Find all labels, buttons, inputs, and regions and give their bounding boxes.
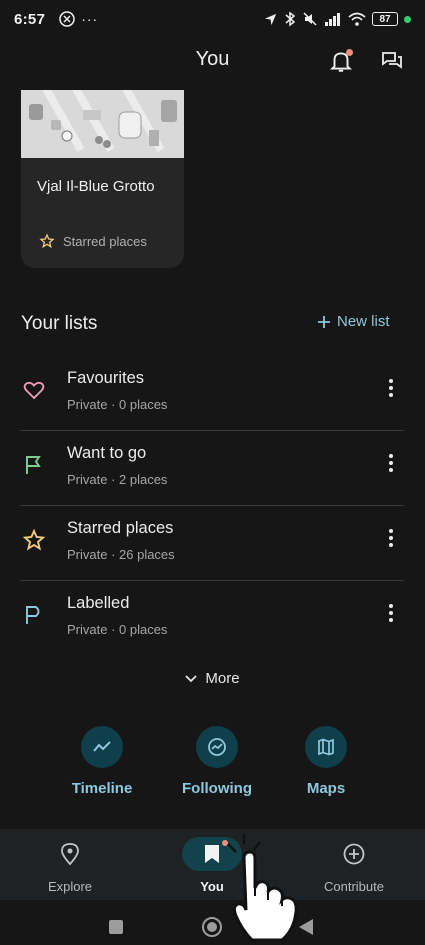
starred-place-card[interactable]: Vjal Il-Blue Grotto Starred places	[21, 90, 184, 268]
timeline-label: Timeline	[71, 780, 133, 797]
maps-label: Maps	[306, 780, 346, 797]
x-app-icon	[59, 11, 75, 27]
tab-contribute-label: Contribute	[324, 879, 384, 894]
label-flag-icon	[26, 606, 40, 624]
page-title: You	[195, 48, 230, 70]
list-item-favourites[interactable]: Favourites Private · 0 places	[20, 356, 404, 431]
tab-explore-label: Explore	[47, 879, 93, 894]
tab-explore[interactable]: Explore	[10, 837, 130, 894]
bookmark-icon	[205, 845, 219, 863]
maps-button[interactable]: Maps	[271, 726, 381, 797]
privacy-indicator-dot	[404, 15, 411, 23]
signal-icon	[325, 13, 340, 26]
more-options-icon[interactable]	[386, 526, 396, 550]
more-options-icon[interactable]	[386, 376, 396, 400]
list-meta: Private · 0 places	[67, 622, 168, 637]
location-pin-icon	[61, 843, 79, 866]
following-button[interactable]: Following	[162, 726, 272, 797]
battery-indicator: 87	[372, 12, 398, 26]
place-name: Vjal Il-Blue Grotto	[37, 178, 155, 195]
more-label: More	[205, 670, 240, 687]
place-thumbnail	[21, 90, 184, 158]
list-meta: Private · 2 places	[67, 472, 168, 487]
bottom-navigation: Explore You Contribute	[0, 829, 425, 900]
chat-icon	[382, 52, 402, 69]
more-options-icon[interactable]	[386, 601, 396, 625]
map-icon	[318, 738, 334, 756]
following-icon	[208, 738, 226, 756]
new-list-label: New list	[337, 313, 390, 330]
app-header: You	[0, 38, 425, 82]
messages-button[interactable]	[380, 49, 404, 73]
notification-dot	[346, 49, 353, 56]
star-icon	[39, 233, 55, 249]
list-name: Starred places	[67, 519, 174, 537]
tab-contribute[interactable]: Contribute	[294, 837, 414, 894]
notifications-button[interactable]	[328, 48, 354, 74]
add-circle-icon	[343, 843, 365, 865]
status-bar: 6:57 ··· 87	[0, 0, 425, 38]
wifi-icon	[348, 12, 366, 26]
list-name: Favourites	[67, 369, 145, 387]
place-tag-label: Starred places	[63, 233, 147, 249]
tap-gesture-hand-icon	[227, 834, 298, 942]
mute-icon	[303, 12, 317, 26]
list-item-starred-places[interactable]: Starred places Private · 26 places	[20, 506, 404, 581]
status-time: 6:57	[14, 10, 46, 28]
recents-button[interactable]	[109, 920, 123, 934]
overflow-notifications-icon: ···	[81, 11, 99, 27]
navigation-arrow-icon	[264, 13, 277, 25]
timeline-button[interactable]: Timeline	[47, 726, 157, 797]
chevron-down-icon	[185, 674, 198, 682]
bluetooth-icon	[285, 11, 296, 27]
list-item-labelled[interactable]: Labelled Private · 0 places	[20, 581, 404, 656]
heart-icon	[23, 381, 45, 400]
home-button[interactable]	[202, 917, 222, 937]
place-tag: Starred places	[39, 233, 147, 249]
flag-icon	[26, 456, 41, 474]
star-icon	[22, 528, 46, 551]
following-label: Following	[182, 780, 252, 797]
lists-section-title: Your lists	[21, 313, 98, 334]
list-name: Labelled	[67, 594, 130, 612]
timeline-icon	[93, 741, 111, 752]
plus-icon	[318, 315, 330, 328]
more-lists-button[interactable]: More	[0, 670, 425, 687]
new-list-button[interactable]: New list	[317, 313, 390, 330]
list-meta: Private · 0 places	[67, 397, 168, 412]
system-navigation-bar	[0, 900, 425, 945]
list-meta: Private · 26 places	[67, 547, 175, 562]
more-options-icon[interactable]	[386, 451, 396, 475]
list-name: Want to go	[67, 444, 147, 462]
list-item-want-to-go[interactable]: Want to go Private · 2 places	[20, 431, 404, 506]
